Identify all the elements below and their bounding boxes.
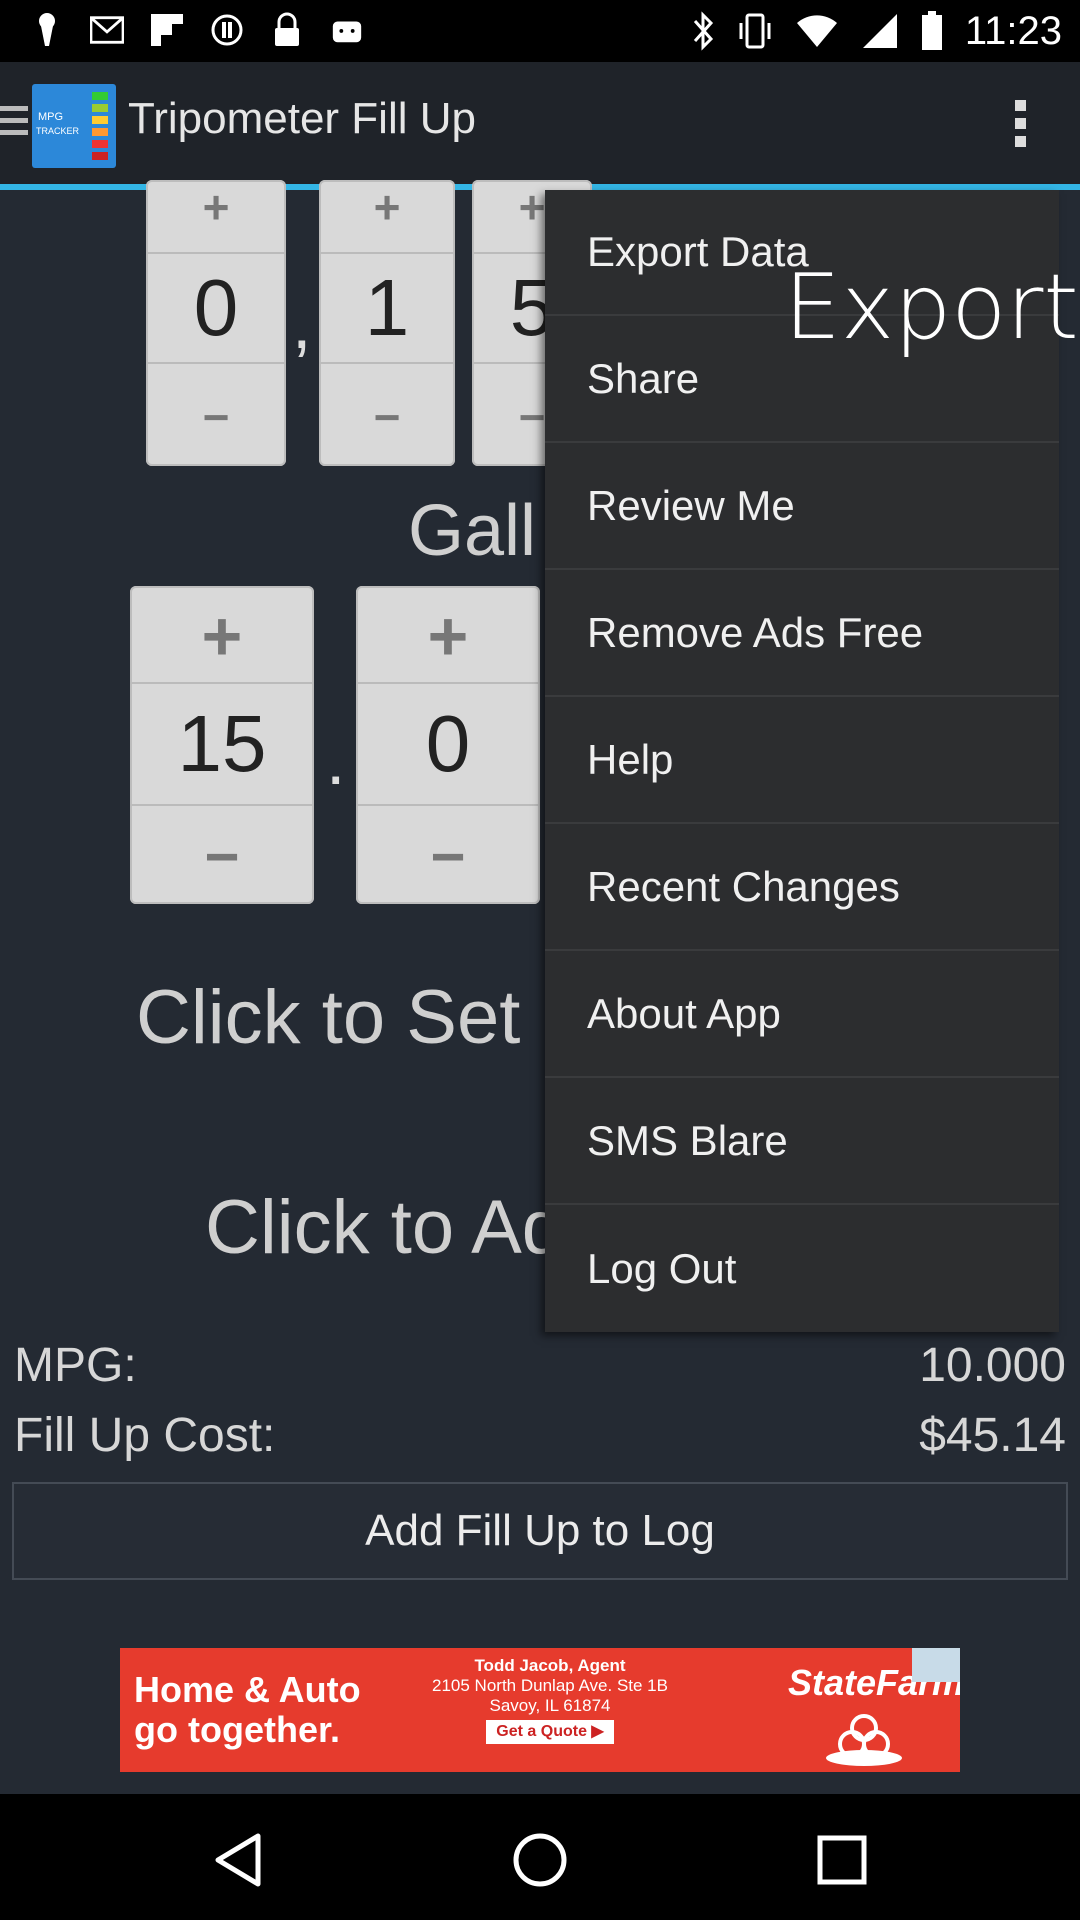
gallons-decimal-dial: + 0 − — [356, 586, 540, 904]
cost-value: $45.14 — [919, 1409, 1066, 1462]
gallons-whole-dial: + 15 − — [130, 586, 314, 904]
wifi-icon — [796, 15, 837, 47]
increment-button[interactable]: + — [130, 596, 314, 676]
app-bar: MPG TRACKER Tripometer Fill Up — [0, 62, 1080, 190]
app-logo[interactable]: MPG TRACKER — [32, 84, 116, 168]
decrement-button[interactable]: − — [319, 390, 455, 444]
dial-value: 0 — [356, 682, 540, 806]
drawer-menu-icon[interactable] — [0, 106, 28, 142]
export-tooltip: Export — [784, 255, 1079, 360]
add-label[interactable]: Click to Ad — [205, 1184, 564, 1271]
flipboard-icon — [150, 10, 184, 50]
battery-icon — [921, 11, 942, 50]
menu-item-recent-changes[interactable]: Recent Changes — [545, 825, 1059, 951]
mpg-label: MPG: — [14, 1339, 137, 1392]
ad-address-1: 2105 North Dunlap Ave. Ste 1B — [432, 1676, 668, 1695]
ad-headline: Home & Auto go together. — [134, 1669, 361, 1750]
keyhole-icon — [30, 10, 64, 50]
menu-item-help[interactable]: Help — [545, 698, 1059, 824]
set-label[interactable]: Click to Set — [136, 974, 520, 1061]
notification-icons — [30, 10, 364, 50]
bluetooth-icon — [693, 11, 713, 51]
dial-value: 15 — [130, 682, 314, 806]
back-icon[interactable] — [208, 1830, 268, 1890]
dial-value: 1 — [319, 252, 455, 364]
navigation-bar — [0, 1794, 1080, 1920]
decrement-button[interactable]: − — [146, 390, 286, 444]
home-icon[interactable] — [510, 1830, 570, 1890]
ad-agent-info: Todd Jacob, Agent 2105 North Dunlap Ave.… — [420, 1656, 680, 1744]
ad-address-2: Savoy, IL 61874 — [489, 1696, 611, 1715]
decrement-button[interactable]: − — [356, 822, 540, 891]
add-fill-up-button[interactable]: Add Fill Up to Log — [12, 1482, 1068, 1580]
cost-label: Fill Up Cost: — [14, 1409, 276, 1462]
svg-text:TRACKER: TRACKER — [36, 126, 80, 136]
cost-row: Fill Up Cost: $45.14 — [14, 1408, 1066, 1463]
state-farm-logo-icon — [826, 1714, 902, 1766]
mail-icon — [90, 10, 124, 50]
mpg-row: MPG: 10.000 — [14, 1338, 1066, 1393]
page-title: Tripometer Fill Up — [128, 94, 476, 143]
menu-item-remove-ads[interactable]: Remove Ads Free — [545, 571, 1059, 697]
vibrate-icon — [739, 13, 771, 49]
recents-icon[interactable] — [812, 1830, 872, 1890]
menu-item-log-out[interactable]: Log Out — [545, 1206, 1059, 1332]
ad-agent: Todd Jacob, Agent — [474, 1656, 626, 1675]
menu-item-sms-blare[interactable]: SMS Blare — [545, 1079, 1059, 1205]
dial-value: 0 — [146, 252, 286, 364]
increment-button[interactable]: + — [319, 180, 455, 234]
odometer-separator: , — [292, 285, 312, 363]
overflow-menu-icon[interactable] — [1008, 100, 1032, 156]
gallons-label: Gall — [408, 491, 537, 571]
odometer-dial-2: + 1 − — [319, 180, 455, 466]
lock-icon — [270, 10, 304, 50]
ad-cta-button[interactable]: Get a Quote ▶ — [486, 1720, 614, 1744]
clock: 11:23 — [964, 8, 1062, 53]
android-icon — [330, 10, 364, 50]
ad-banner[interactable]: Home & Auto go together. Todd Jacob, Age… — [120, 1648, 960, 1772]
gallons-separator: . — [326, 721, 346, 799]
svg-text:MPG: MPG — [38, 111, 63, 123]
increment-button[interactable]: + — [146, 180, 286, 234]
menu-item-about-app[interactable]: About App — [545, 952, 1059, 1078]
adchoices-icon[interactable] — [912, 1648, 960, 1682]
menu-item-review-me[interactable]: Review Me — [545, 444, 1059, 570]
signal-icon — [862, 14, 897, 48]
overflow-menu: Export Data Share Review Me Remove Ads F… — [545, 190, 1059, 1332]
odometer-dial-1: + 0 − — [146, 180, 286, 466]
increment-button[interactable]: + — [356, 596, 540, 676]
decrement-button[interactable]: − — [130, 822, 314, 891]
status-bar: 11:23 — [0, 0, 1080, 62]
mpg-value: 10.000 — [919, 1339, 1066, 1392]
stop-icon — [210, 10, 244, 50]
